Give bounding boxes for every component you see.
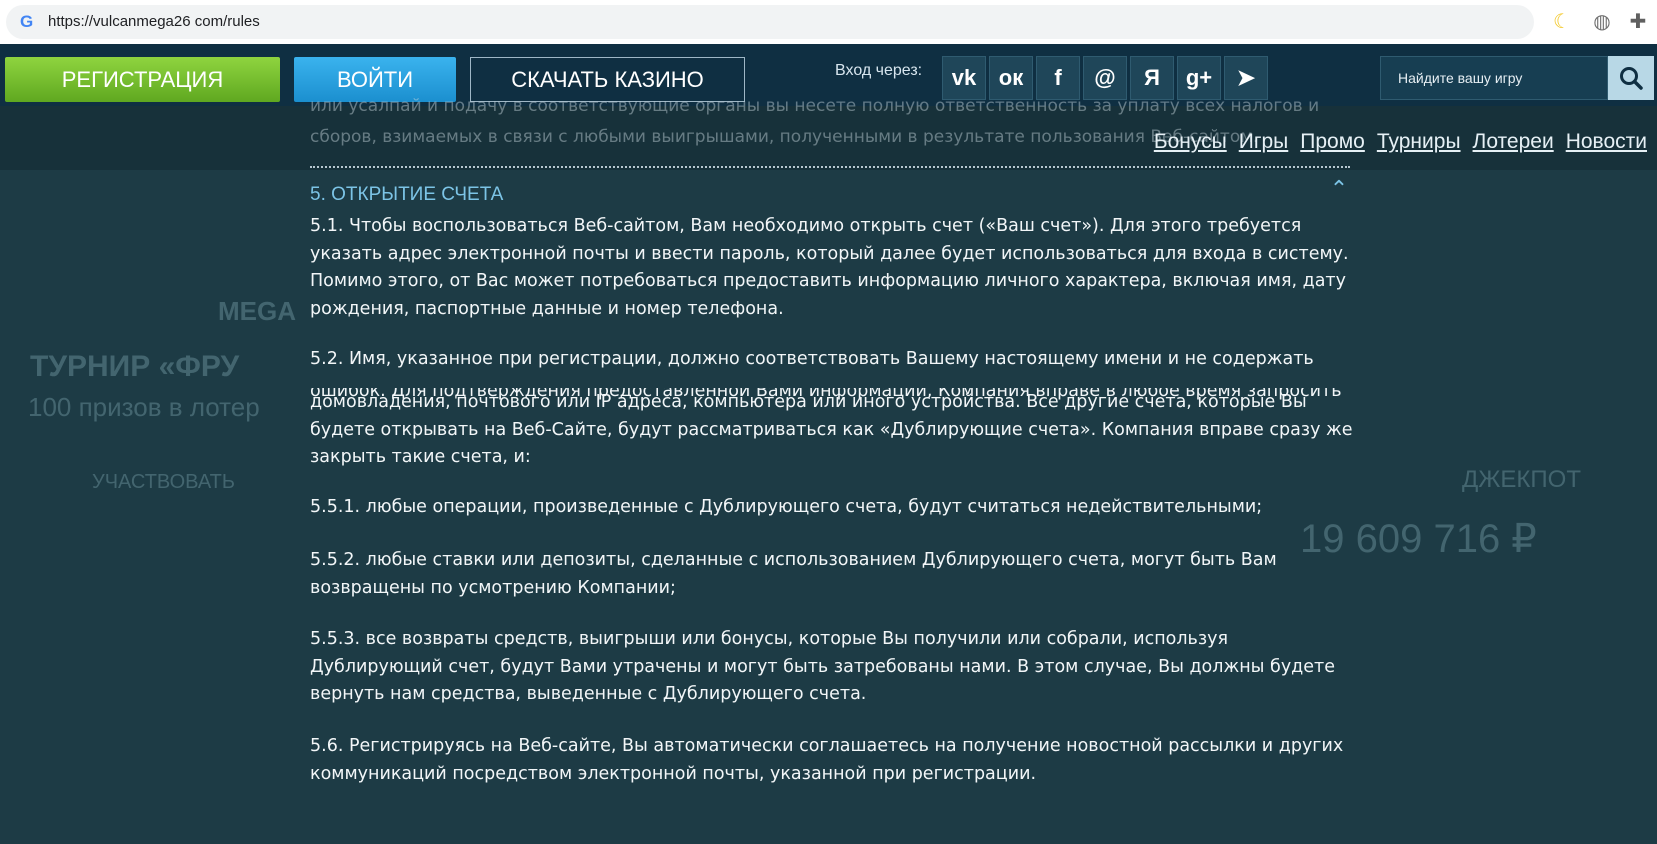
section-title[interactable]: 5. ОТКРЫТИЕ СЧЕТА: [310, 184, 503, 206]
text-line: коммуникаций посредством электронной поч…: [310, 763, 1037, 784]
nav-item-5[interactable]: Новости: [1566, 130, 1647, 153]
text-line: возвращены по усмотрению Компании;: [310, 577, 676, 598]
text-line: закрыть такие счета, и:: [310, 447, 531, 467]
paragraph-5-5: домовладения, почтового или IP адреса, к…: [310, 389, 1360, 472]
text-line: 5.6. Регистрируясь на Веб-сайте, Вы авто…: [310, 736, 1344, 756]
search-button[interactable]: [1608, 56, 1654, 100]
text-line: 5.2. Имя, указанное при регистрации, дол…: [310, 349, 1314, 369]
puzzle-icon[interactable]: ✚: [1625, 8, 1651, 34]
google-g-icon: G: [20, 12, 34, 31]
url-text[interactable]: https://vulcanmega26 com/rules: [48, 13, 260, 30]
nav-item-4[interactable]: Лотереи: [1473, 130, 1554, 153]
text-line: 5.5.3. все возвраты средств, выигрыши ил…: [310, 629, 1229, 649]
text-line: указать адрес электронной почты и ввести…: [310, 243, 1349, 264]
paragraph-5-2: 5.2. Имя, указанное при регистрации, дол…: [310, 346, 1360, 374]
search-box: [1380, 56, 1608, 100]
login-via-label: Вход через:: [835, 62, 923, 79]
chevron-up-icon[interactable]: ⌃: [1327, 178, 1351, 202]
paragraph-5-6: 5.6. Регистрируясь на Веб-сайте, Вы авто…: [310, 733, 1360, 788]
nav-item-0[interactable]: Бонусы: [1154, 130, 1227, 153]
register-button[interactable]: РЕГИСТРАЦИЯ: [5, 57, 280, 102]
paragraph-5-5-3: 5.5.3. все возвраты средств, выигрыши ил…: [310, 626, 1360, 709]
rules-content: или усалпай и подачу в соответствующие о…: [0, 96, 1657, 844]
nav-item-3[interactable]: Турниры: [1377, 130, 1461, 153]
text-line: 5.5.2. любые ставки или депозиты, сделан…: [310, 550, 1277, 570]
text-line: домовладения, почтового или IP адреса, к…: [310, 392, 1307, 412]
paragraph-5-5-2: 5.5.2. любые ставки или депозиты, сделан…: [310, 547, 1360, 602]
globe-icon[interactable]: ◍: [1589, 8, 1615, 34]
search-icon: [1620, 67, 1643, 90]
search-input[interactable]: [1381, 57, 1607, 99]
browser-toolbar: G https://vulcanmega26 com/rules ☾ ◍ ✚: [0, 0, 1657, 44]
text-line: будете открывать на Веб-Сайте, будут рас…: [310, 419, 1353, 440]
text-line: Дублирующий счет, будут Вами утрачены и …: [310, 656, 1336, 677]
text-line: Помимо этого, от Вас может потребоваться…: [310, 271, 1346, 291]
previous-line-1: или усалпай и подачу в соответствующие о…: [310, 96, 1320, 116]
text-line: 5.5.1. любые операции, произведенные с Д…: [310, 497, 1263, 517]
previous-line-2: сборов, взимаемых в связи с любыми выигр…: [310, 127, 1259, 147]
paragraph-5-5-1: 5.5.1. любые операции, произведенные с Д…: [310, 494, 1360, 522]
moon-icon[interactable]: ☾: [1549, 8, 1575, 34]
nav-item-2[interactable]: Промо: [1300, 130, 1365, 153]
text-line: вернуть нам средства, выведенные с Дубли…: [310, 684, 867, 704]
paragraph-5-1: 5.1. Чтобы воспользоваться Веб-сайтом, В…: [310, 213, 1360, 323]
section-divider: [310, 166, 1350, 168]
text-line: рождения, паспортные данные и номер теле…: [310, 298, 784, 319]
address-bar[interactable]: G https://vulcanmega26 com/rules: [6, 5, 1534, 39]
main-nav: Бонусы Игры Промо Турниры Лотереи Новости: [1142, 130, 1647, 154]
nav-item-1[interactable]: Игры: [1239, 130, 1289, 153]
text-line: 5.1. Чтобы воспользоваться Веб-сайтом, В…: [310, 216, 1302, 236]
